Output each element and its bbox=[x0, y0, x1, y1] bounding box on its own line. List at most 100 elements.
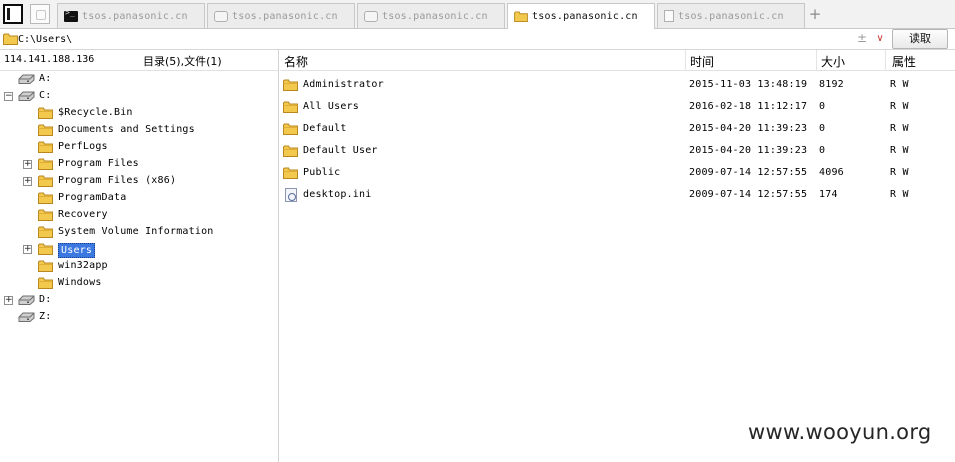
folder-icon bbox=[38, 141, 53, 153]
file-attributes: R W bbox=[890, 123, 909, 134]
new-window-button[interactable] bbox=[30, 4, 50, 24]
tree-drive-item[interactable]: A: bbox=[0, 71, 278, 88]
tab-label: tsos.panasonic.cn bbox=[678, 10, 784, 22]
folder-icon bbox=[283, 145, 298, 157]
file-time: 2009-07-14 12:57:55 bbox=[689, 189, 808, 200]
file-time: 2016-02-18 11:12:17 bbox=[689, 101, 808, 112]
tab-label: tsos.panasonic.cn bbox=[532, 11, 638, 22]
tab-2[interactable]: tsos.panasonic.cn bbox=[207, 3, 355, 28]
tree-item-label: ProgramData bbox=[58, 192, 127, 203]
file-row[interactable]: desktop.ini 2009-07-14 12:57:55 174 R W bbox=[280, 184, 955, 206]
panel-toggle-button[interactable] bbox=[3, 4, 23, 24]
tab-5[interactable]: tsos.panasonic.cn bbox=[657, 3, 805, 28]
tree-folder-item[interactable]: Windows bbox=[0, 275, 278, 292]
folder-icon bbox=[38, 107, 53, 119]
file-name: desktop.ini bbox=[303, 189, 372, 200]
tree-folder-item[interactable]: + Program Files (x86) bbox=[0, 173, 278, 190]
tree-folder-item[interactable]: PerfLogs bbox=[0, 139, 278, 156]
tab-1[interactable]: tsos.panasonic.cn bbox=[57, 3, 205, 28]
folder-icon bbox=[283, 101, 298, 113]
collapse-icon[interactable]: − bbox=[4, 92, 13, 101]
file-row[interactable]: Default 2015-04-20 11:39:23 0 R W bbox=[280, 118, 955, 140]
directory-summary: 目录(5),文件(1) bbox=[143, 55, 222, 68]
file-row[interactable]: Administrator 2015-11-03 13:48:19 8192 R W bbox=[280, 74, 955, 96]
file-attributes: R W bbox=[890, 145, 909, 156]
tab-bar: tsos.panasonic.cn tsos.panasonic.cn tsos… bbox=[0, 0, 955, 29]
file-name: Default User bbox=[303, 145, 378, 156]
tree-folder-item[interactable]: Documents and Settings bbox=[0, 122, 278, 139]
settings-file-icon bbox=[285, 188, 297, 202]
column-attributes[interactable]: 属性 bbox=[892, 53, 916, 70]
tree-folder-item[interactable]: Recovery bbox=[0, 207, 278, 224]
tree-folder-item[interactable]: win32app bbox=[0, 258, 278, 275]
tree-folder-item[interactable]: System Volume Information bbox=[0, 224, 278, 241]
folder-icon bbox=[38, 209, 53, 221]
tree-folder-item[interactable]: + Program Files bbox=[0, 156, 278, 173]
expand-icon[interactable]: + bbox=[23, 177, 32, 186]
terminal-icon bbox=[64, 8, 78, 22]
tree-item-label: Z: bbox=[39, 311, 52, 322]
column-divider[interactable] bbox=[816, 50, 817, 71]
database-icon bbox=[214, 10, 228, 22]
tree-item-label: System Volume Information bbox=[58, 226, 214, 237]
watermark: www.wooyun.org bbox=[748, 420, 932, 444]
drive-icon bbox=[18, 295, 35, 305]
folder-icon bbox=[38, 192, 53, 204]
column-size[interactable]: 大小 bbox=[821, 53, 845, 70]
folder-icon bbox=[38, 260, 53, 272]
path-input[interactable] bbox=[18, 31, 858, 47]
column-divider[interactable] bbox=[885, 50, 886, 71]
tree-item-label: Users bbox=[58, 243, 96, 258]
folder-icon bbox=[283, 167, 298, 179]
tree-item-label: $Recycle.Bin bbox=[58, 107, 133, 118]
tree-item-label: Documents and Settings bbox=[58, 124, 195, 135]
file-row[interactable]: Default User 2015-04-20 11:39:23 0 R W bbox=[280, 140, 955, 162]
file-list-pane: 名称 时间 大小 属性 Administrator 2015-11-03 13:4… bbox=[280, 50, 955, 462]
drive-icon bbox=[18, 74, 35, 84]
file-time: 2009-07-14 12:57:55 bbox=[689, 167, 808, 178]
tree-folder-item[interactable]: + Users bbox=[0, 241, 278, 258]
tree-item-label: A: bbox=[39, 73, 52, 84]
folder-icon bbox=[38, 226, 53, 238]
column-time[interactable]: 时间 bbox=[690, 53, 714, 70]
expand-icon[interactable]: + bbox=[4, 296, 13, 305]
tree-item-label: win32app bbox=[58, 260, 108, 271]
read-button[interactable]: 读取 bbox=[892, 29, 948, 49]
file-row[interactable]: All Users 2016-02-18 11:12:17 0 R W bbox=[280, 96, 955, 118]
folder-icon bbox=[514, 11, 528, 22]
host-ip: 114.141.188.136 bbox=[4, 54, 95, 65]
tree-item-label: Program Files (x86) bbox=[58, 175, 177, 186]
file-size: 0 bbox=[819, 123, 826, 134]
folder-icon bbox=[3, 33, 18, 45]
column-name[interactable]: 名称 bbox=[284, 53, 308, 70]
file-attributes: R W bbox=[890, 167, 909, 178]
expand-icon[interactable]: + bbox=[23, 160, 32, 169]
file-name: Default bbox=[303, 123, 347, 134]
file-row[interactable]: Public 2009-07-14 12:57:55 4096 R W bbox=[280, 162, 955, 184]
tree-folder-item[interactable]: $Recycle.Bin bbox=[0, 105, 278, 122]
tree-item-label: D: bbox=[39, 294, 52, 305]
directory-tree-pane: 114.141.188.136 目录(5),文件(1) A: − C: $Recycl… bbox=[0, 50, 279, 462]
chevron-down-icon[interactable]: ∨ bbox=[873, 31, 887, 47]
tree-drive-item[interactable]: + D: bbox=[0, 292, 278, 309]
tab-4[interactable]: tsos.panasonic.cn bbox=[507, 3, 655, 29]
file-time: 2015-11-03 13:48:19 bbox=[689, 79, 808, 90]
tree-item-label: C: bbox=[39, 90, 52, 101]
file-list-header: 名称 时间 大小 属性 bbox=[280, 50, 955, 71]
expand-icon[interactable]: + bbox=[23, 245, 32, 254]
bookmark-toggle-icon[interactable]: ± bbox=[855, 31, 869, 47]
address-bar: ± ∨ 读取 bbox=[0, 29, 955, 50]
tree-item-label: Recovery bbox=[58, 209, 108, 220]
add-tab-button[interactable]: + bbox=[808, 6, 822, 22]
tree-drive-item[interactable]: − C: bbox=[0, 88, 278, 105]
file-attributes: R W bbox=[890, 101, 909, 112]
column-divider[interactable] bbox=[685, 50, 686, 71]
drive-icon bbox=[18, 312, 35, 322]
folder-icon bbox=[283, 123, 298, 135]
tree-folder-item[interactable]: ProgramData bbox=[0, 190, 278, 207]
file-size: 0 bbox=[819, 101, 826, 112]
folder-icon bbox=[38, 243, 53, 255]
drive-icon bbox=[18, 91, 35, 101]
tab-3[interactable]: tsos.panasonic.cn bbox=[357, 3, 505, 28]
tree-drive-item[interactable]: Z: bbox=[0, 309, 278, 326]
